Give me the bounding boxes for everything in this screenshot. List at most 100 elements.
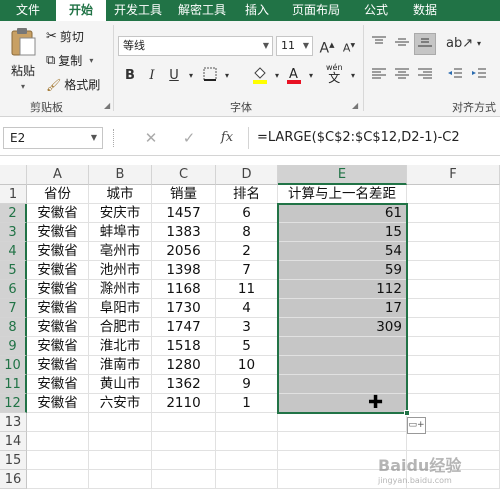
decrease-indent-button[interactable] [446,67,464,85]
cell-a7[interactable]: 安徽省 [27,299,89,318]
row-header-8[interactable]: 8 [0,318,27,337]
cell-f14[interactable] [407,432,500,451]
cell-d14[interactable] [216,432,278,451]
name-box[interactable]: E2 ▼ [3,127,103,149]
cell-c1[interactable]: 销量 [152,185,216,204]
row-header-16[interactable]: 16 [0,470,27,489]
cell-d3[interactable]: 8 [216,223,278,242]
row-header-5[interactable]: 5 [0,261,27,280]
cell-d9[interactable]: 5 [216,337,278,356]
cell-e9[interactable] [278,337,407,356]
cell-c16[interactable] [152,470,216,489]
cell-a4[interactable]: 安徽省 [27,242,89,261]
cancel-icon[interactable]: ✕ [142,129,160,147]
cell-c9[interactable]: 1518 [152,337,216,356]
align-right-button[interactable] [416,67,434,85]
cell-d10[interactable]: 10 [216,356,278,375]
cell-a16[interactable] [27,470,89,489]
tab-3[interactable]: 解密工具 [170,0,234,21]
cell-b8[interactable]: 合肥市 [89,318,152,337]
cell-a8[interactable]: 安徽省 [27,318,89,337]
italic-button[interactable]: I [143,67,161,85]
column-header-d[interactable]: D [216,165,278,185]
row-header-13[interactable]: 13 [0,413,27,432]
cell-b15[interactable] [89,451,152,470]
select-all-corner[interactable] [0,165,27,185]
cell-b14[interactable] [89,432,152,451]
align-top-button[interactable] [370,35,388,53]
phonetic-dropdown-icon[interactable]: ▾ [344,67,362,85]
cell-a2[interactable]: 安徽省 [27,204,89,223]
cell-e10[interactable] [278,356,407,375]
cell-e13[interactable] [278,413,407,432]
fill-handle[interactable] [404,410,410,416]
cell-f7[interactable] [407,299,500,318]
cell-e3[interactable]: 15 [278,223,407,242]
cell-b2[interactable]: 安庆市 [89,204,152,223]
cell-e4[interactable]: 54 [278,242,407,261]
copy-button[interactable]: ⧉ 复制 ▾ [46,52,93,69]
cell-e5[interactable]: 59 [278,261,407,280]
fill-color-button[interactable] [251,65,269,84]
cell-d7[interactable]: 4 [216,299,278,318]
cell-b12[interactable]: 六安市 [89,394,152,413]
cell-a14[interactable] [27,432,89,451]
cell-c8[interactable]: 1747 [152,318,216,337]
cell-b3[interactable]: 蚌埠市 [89,223,152,242]
spreadsheet-grid[interactable]: A B C D E F 1 2 3 4 5 6 7 8 9 10 11 12 13 14 15 16 省份 城市 销量 排名 计算与… [0,165,500,500]
format-painter-button[interactable]: 🖌 格式刷 [46,76,100,93]
cell-c5[interactable]: 1398 [152,261,216,280]
cell-e8[interactable]: 309 [278,318,407,337]
cell-a1[interactable]: 省份 [27,185,89,204]
paste-dropdown-icon[interactable]: ▾ [21,82,25,91]
row-header-6[interactable]: 6 [0,280,27,299]
cell-a6[interactable]: 安徽省 [27,280,89,299]
column-header-c[interactable]: C [152,165,216,185]
column-header-e[interactable]: E [278,165,407,185]
cell-c4[interactable]: 2056 [152,242,216,261]
cell-c6[interactable]: 1168 [152,280,216,299]
cell-d4[interactable]: 2 [216,242,278,261]
cell-a13[interactable] [27,413,89,432]
row-header-11[interactable]: 11 [0,375,27,394]
column-header-f[interactable]: F [407,165,500,185]
underline-button[interactable]: U [165,67,183,85]
column-header-b[interactable]: B [89,165,152,185]
cell-d2[interactable]: 6 [216,204,278,223]
cell-b16[interactable] [89,470,152,489]
cell-f6[interactable] [407,280,500,299]
cell-d8[interactable]: 3 [216,318,278,337]
cell-b5[interactable]: 池州市 [89,261,152,280]
cell-c11[interactable]: 1362 [152,375,216,394]
cell-c15[interactable] [152,451,216,470]
row-header-9[interactable]: 9 [0,337,27,356]
tab-4[interactable]: 插入 [234,0,280,21]
cell-f5[interactable] [407,261,500,280]
cell-b13[interactable] [89,413,152,432]
cell-c12[interactable]: 2110 [152,394,216,413]
insert-function-button[interactable]: fx [216,129,238,147]
increase-indent-button[interactable] [470,67,488,85]
cell-f4[interactable] [407,242,500,261]
cell-e11[interactable] [278,375,407,394]
cell-c3[interactable]: 1383 [152,223,216,242]
enter-icon[interactable]: ✓ [180,129,198,147]
tab-2[interactable]: 开发工具 [106,0,170,21]
cell-d15[interactable] [216,451,278,470]
cell-f9[interactable] [407,337,500,356]
font-color-dropdown-icon[interactable]: ▾ [302,67,320,85]
cell-c10[interactable]: 1280 [152,356,216,375]
orientation-button[interactable]: ab↗ [446,35,473,53]
cell-a9[interactable]: 安徽省 [27,337,89,356]
cell-d1[interactable]: 排名 [216,185,278,204]
cell-f12[interactable] [407,394,500,413]
bold-button[interactable]: B [121,67,139,85]
cell-b10[interactable]: 淮南市 [89,356,152,375]
font-name-select[interactable]: 等线 ▼ [118,36,273,56]
cell-d12[interactable]: 1 [216,394,278,413]
formula-bar-divider[interactable] [113,129,115,147]
cell-e2[interactable]: 61 [278,204,407,223]
cell-b1[interactable]: 城市 [89,185,152,204]
row-header-12[interactable]: 12 [0,394,27,413]
cell-a12[interactable]: 安徽省 [27,394,89,413]
